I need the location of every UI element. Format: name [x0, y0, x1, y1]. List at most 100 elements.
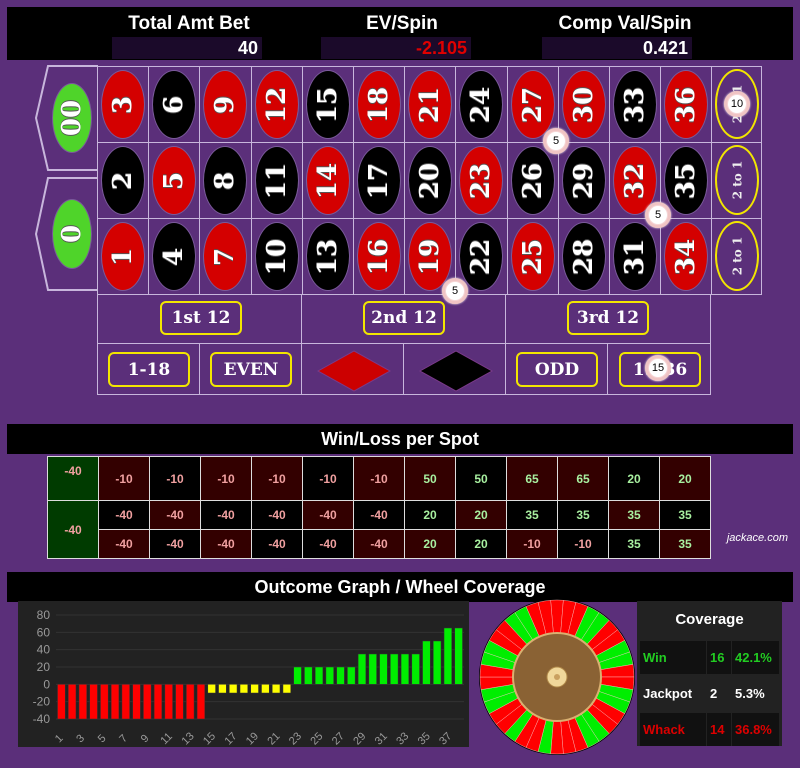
- comp-value: 0.421: [542, 37, 692, 59]
- dozen-1st-12[interactable]: 1st 12: [160, 301, 242, 335]
- number-00[interactable]: 00: [52, 83, 92, 153]
- x-tick-label: 19: [244, 730, 261, 747]
- winloss-cell-25: -10: [506, 529, 558, 559]
- dozen-3rd-12[interactable]: 3rd 12: [567, 301, 649, 335]
- bet-even[interactable]: EVEN: [210, 352, 292, 387]
- x-tick-label: 31: [373, 730, 390, 747]
- number-27[interactable]: 27: [510, 70, 555, 139]
- winloss-cell-8: -40: [200, 500, 252, 530]
- winloss-cell-19: 20: [404, 529, 456, 559]
- winloss-cell-32: 35: [608, 500, 660, 530]
- bar-33: [400, 653, 410, 685]
- winloss-cell-20: 20: [404, 500, 456, 530]
- winloss-cell-11: -40: [251, 500, 303, 530]
- brand-link[interactable]: jackace.com: [727, 532, 788, 544]
- chip-column-3[interactable]: 10: [724, 91, 750, 117]
- number-5[interactable]: 5: [152, 146, 197, 215]
- coverage-row-win: Win 16 42.1%: [640, 641, 779, 674]
- winloss-00: -40: [47, 456, 99, 501]
- bar-22: [282, 684, 291, 694]
- bar-24: [304, 666, 313, 685]
- bar-10: [153, 684, 163, 720]
- winloss-cell-13: -40: [302, 529, 354, 559]
- coverage-row-jackpot: Jackpot 2 5.3%: [640, 677, 779, 710]
- number-15[interactable]: 15: [305, 70, 350, 139]
- winloss-cell-35: 35: [659, 500, 711, 530]
- red-diamond-icon[interactable]: [316, 350, 392, 392]
- bar-35: [422, 640, 431, 685]
- number-2[interactable]: 2: [101, 146, 145, 215]
- y-tick-label: 40: [37, 643, 51, 657]
- bar-11: [164, 684, 173, 720]
- winloss-cell-9: -10: [200, 456, 252, 501]
- bar-18: [239, 684, 249, 694]
- winloss-cell-17: -40: [353, 500, 405, 530]
- number-33[interactable]: 33: [613, 70, 657, 139]
- number-4[interactable]: 4: [152, 222, 197, 291]
- winloss-row: -40 -10 -10 -10 -10 -10 -10 50 50 65 65 20 20: [47, 456, 711, 501]
- stats-header: Total Amt Bet 40 EV/Spin -2.105 Comp Val…: [7, 7, 793, 60]
- winloss-cell-12: -10: [251, 456, 303, 501]
- coverage-pct: 36.8%: [732, 713, 779, 746]
- coverage-label: Whack: [640, 713, 706, 746]
- number-30[interactable]: 30: [561, 70, 606, 139]
- number-14[interactable]: 14: [305, 146, 350, 215]
- chip-19-36[interactable]: 15: [645, 355, 671, 381]
- x-tick-label: 9: [139, 732, 152, 745]
- column-bet-2[interactable]: 2 to 1: [715, 145, 759, 215]
- coverage-count: 16: [707, 641, 731, 674]
- number-31[interactable]: 31: [613, 222, 657, 291]
- number-26[interactable]: 26: [510, 146, 555, 215]
- winloss-row: -40 -40 -40 -40 -40 -40 -40 20 20 35 35 35 35: [47, 500, 711, 559]
- number-28[interactable]: 28: [561, 222, 606, 291]
- bet-1-18[interactable]: 1-18: [108, 352, 190, 387]
- x-tick-label: 3: [74, 732, 87, 745]
- x-tick-label: 37: [437, 730, 454, 747]
- winloss-cell-10: -40: [251, 529, 303, 559]
- bet-odd[interactable]: ODD: [516, 352, 598, 387]
- number-0[interactable]: 0: [52, 199, 92, 269]
- number-12[interactable]: 12: [254, 70, 299, 139]
- number-11[interactable]: 11: [254, 146, 299, 215]
- bar-30: [368, 653, 377, 685]
- chip-six-line-19-24[interactable]: 5: [442, 278, 468, 304]
- number-35[interactable]: 35: [664, 146, 709, 215]
- bar-27: [336, 666, 345, 685]
- number-17[interactable]: 17: [357, 146, 401, 215]
- winloss-cell-18: -10: [353, 456, 405, 501]
- number-6[interactable]: 6: [152, 70, 197, 139]
- y-tick-label: -40: [33, 712, 51, 726]
- number-13[interactable]: 13: [305, 222, 350, 291]
- number-34[interactable]: 34: [664, 222, 709, 291]
- number-3[interactable]: 3: [101, 70, 145, 139]
- chip-corner-31-35[interactable]: 5: [645, 202, 671, 228]
- number-10[interactable]: 10: [254, 222, 299, 291]
- winloss-cell-26: 35: [506, 500, 558, 530]
- winloss-cell-22: 20: [455, 529, 507, 559]
- chip-corner-26-30[interactable]: 5: [543, 128, 569, 154]
- number-18[interactable]: 18: [357, 70, 401, 139]
- number-20[interactable]: 20: [408, 146, 453, 215]
- wheel-spindle-center: [554, 674, 560, 680]
- bar-6: [110, 684, 120, 720]
- number-1[interactable]: 1: [101, 222, 145, 291]
- number-36[interactable]: 36: [664, 70, 709, 139]
- winloss-cell-29: 35: [557, 500, 609, 530]
- dozen-2nd-12[interactable]: 2nd 12: [363, 301, 445, 335]
- winloss-0: -40: [47, 500, 99, 559]
- number-29[interactable]: 29: [561, 146, 606, 215]
- x-tick-label: 11: [158, 731, 175, 747]
- number-21[interactable]: 21: [408, 70, 453, 139]
- bar-19: [250, 684, 259, 694]
- number-16[interactable]: 16: [357, 222, 401, 291]
- winloss-cell-7: -40: [200, 529, 252, 559]
- number-25[interactable]: 25: [510, 222, 555, 291]
- winloss-cell-21: 50: [404, 456, 456, 501]
- black-diamond-icon[interactable]: [418, 350, 494, 392]
- winloss-cell-15: -10: [302, 456, 354, 501]
- bar-8: [132, 684, 141, 720]
- ev-label: EV/Spin: [366, 13, 438, 34]
- column-bet-1[interactable]: 2 to 1: [715, 221, 759, 291]
- winloss-cell-24: 50: [455, 456, 507, 501]
- x-tick-label: 15: [201, 730, 218, 747]
